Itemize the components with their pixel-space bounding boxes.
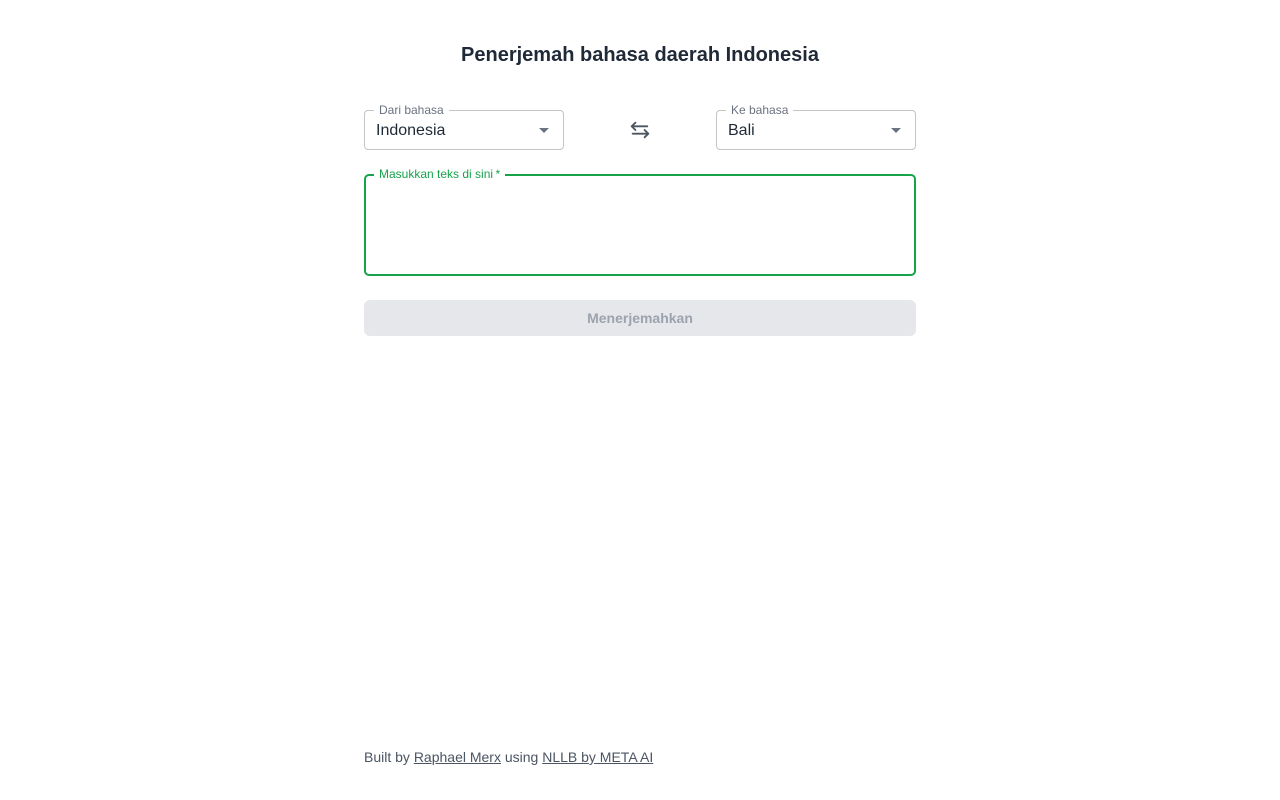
author-link[interactable]: Raphael Merx (414, 749, 501, 765)
model-link[interactable]: NLLB by META AI (542, 749, 653, 765)
swap-languages-button[interactable] (627, 117, 653, 143)
source-language-label: Dari bahasa (374, 104, 449, 116)
page-title: Penerjemah bahasa daerah Indonesia (461, 44, 819, 66)
dropdown-arrow-icon (891, 128, 901, 133)
source-language-value: Indonesia (376, 122, 446, 139)
translate-button[interactable]: Menerjemahkan (364, 300, 916, 336)
footer-using: using (504, 749, 539, 765)
source-text-field[interactable]: Masukkan teks di sini * (364, 168, 916, 276)
target-language-select[interactable]: Ke bahasa Bali (716, 104, 916, 150)
source-language-select[interactable]: Dari bahasa Indonesia (364, 104, 564, 150)
dropdown-arrow-icon (539, 128, 549, 133)
source-text-input[interactable] (378, 190, 902, 262)
footer-built-by: Built by (364, 749, 410, 765)
translator-page: Penerjemah bahasa daerah Indonesia Dari … (0, 0, 1280, 800)
target-language-value: Bali (728, 122, 755, 139)
source-text-label: Masukkan teks di sini * (374, 167, 506, 181)
required-marker: * (495, 167, 501, 181)
footer-credits: Built by Raphael Merx using NLLB by META… (364, 749, 653, 765)
swap-arrows-icon (630, 121, 650, 139)
target-language-label: Ke bahasa (726, 104, 794, 116)
